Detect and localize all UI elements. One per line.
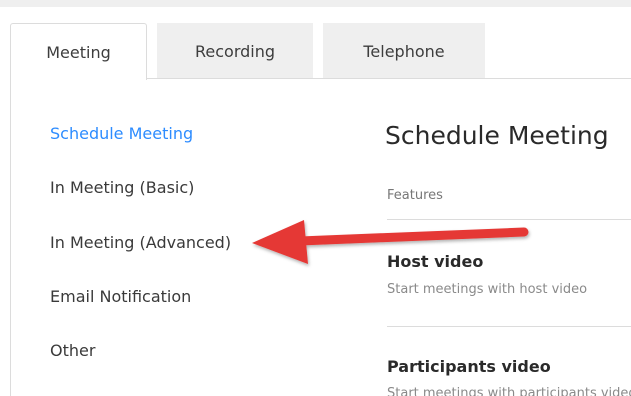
tab-label: Recording <box>194 41 276 61</box>
sidebar-item-other[interactable]: Other <box>50 341 95 360</box>
tab-recording[interactable]: Recording <box>157 23 313 79</box>
sidebar-item-in-meeting-basic[interactable]: In Meeting (Basic) <box>50 178 194 197</box>
tab-telephone[interactable]: Telephone <box>323 23 485 79</box>
tab-bar-divider <box>146 78 631 79</box>
sidebar-item-schedule-meeting[interactable]: Schedule Meeting <box>50 124 193 143</box>
tab-label: Telephone <box>363 41 445 61</box>
divider <box>387 326 631 327</box>
section-label: Features <box>387 188 443 203</box>
setting-description-host-video: Start meetings with host video <box>387 282 588 297</box>
setting-title-participants-video: Participants video <box>387 357 551 376</box>
settings-page: Meeting Recording Telephone Schedule Mee… <box>0 0 631 396</box>
top-strip <box>0 0 631 7</box>
sidebar-item-in-meeting-advanced[interactable]: In Meeting (Advanced) <box>50 233 231 252</box>
setting-title-host-video: Host video <box>387 252 484 271</box>
sidebar-item-email-notification[interactable]: Email Notification <box>50 287 191 306</box>
tab-meeting[interactable]: Meeting <box>10 23 147 80</box>
panel-border <box>10 79 11 396</box>
page-title: Schedule Meeting <box>385 121 609 150</box>
tab-label: Meeting <box>46 42 111 62</box>
divider <box>387 219 631 220</box>
setting-description-participants-video: Start meetings with participants video <box>387 386 631 396</box>
